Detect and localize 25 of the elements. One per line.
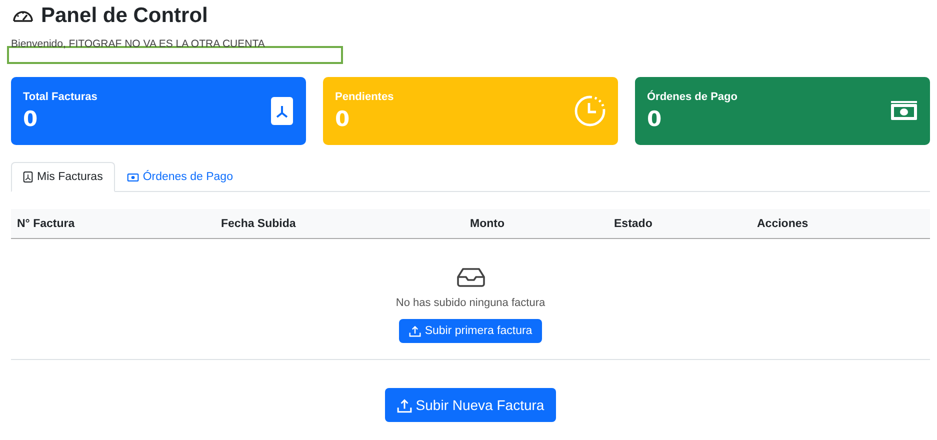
card-label: Órdenes de Pago <box>647 91 738 103</box>
column-header: Acciones <box>756 218 810 230</box>
card-value: 0 <box>23 107 39 131</box>
card-label: Pendientes <box>335 91 394 103</box>
document-icon <box>23 171 33 183</box>
column-header: Estado <box>613 218 654 230</box>
cash-icon <box>126 172 139 182</box>
tab[interactable]: Mis Facturas <box>11 162 115 192</box>
page-title: Panel de Control <box>41 4 208 28</box>
upload-icon <box>408 325 421 337</box>
card-label: Total Facturas <box>23 91 98 103</box>
tab[interactable]: Órdenes de Pago <box>114 162 245 192</box>
card-value: 0 <box>647 107 663 131</box>
column-header: Monto <box>469 218 506 230</box>
upload-icon <box>396 398 412 412</box>
column-header: Fecha Subida <box>220 218 297 230</box>
card-value: 0 <box>335 107 351 131</box>
empty-message: No has subido ninguna factura <box>396 297 546 309</box>
upload-first-button[interactable]: Subir primera factura <box>398 319 542 343</box>
pdf-file-icon <box>270 96 294 126</box>
column-header: N° Factura <box>16 218 76 230</box>
inbox-icon <box>456 267 486 287</box>
clock-icon <box>574 95 606 127</box>
upload-button[interactable]: Subir Nueva Factura <box>384 388 556 422</box>
cash-icon <box>890 101 918 121</box>
